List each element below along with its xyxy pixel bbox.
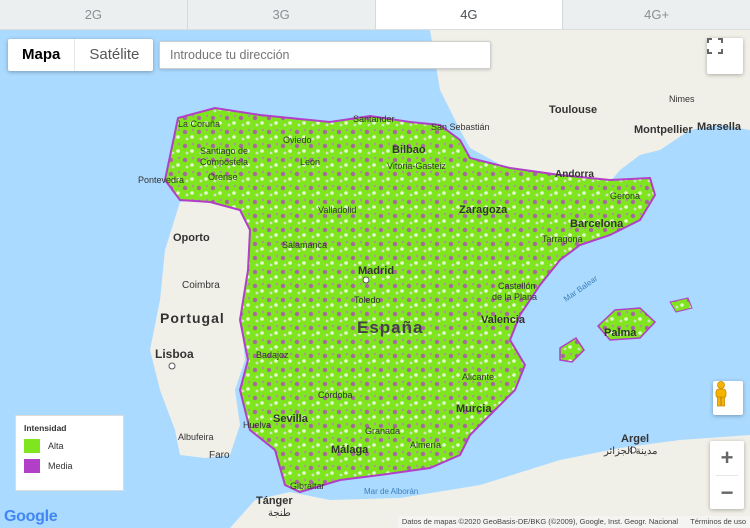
label-portugal: Portugal [160,310,225,326]
label-leon: León [300,157,320,167]
zoom-in-button[interactable]: + [710,441,744,475]
legend-swatch-media [24,459,40,473]
label-toledo: Toledo [354,295,381,305]
tab-3g[interactable]: 3G [188,0,376,29]
map-type-satellite-button[interactable]: Satélite [75,39,153,71]
label-castellon: Castellón de la Plana [492,281,537,302]
label-gibraltar: Gibraltar [290,481,325,491]
label-sevilla: Sevilla [273,413,309,425]
coverage-map[interactable]: España Portugal Lisboa Oporto Coimbra Fa… [0,30,750,528]
tab-4g-plus[interactable]: 4G+ [563,0,750,29]
zoom-control: + − [710,441,744,509]
label-andorra: Andorra [555,169,594,180]
label-toulouse: Toulouse [549,104,597,116]
network-tabs: 2G 3G 4G 4G+ [0,0,750,30]
legend-item-media: Media [24,459,115,473]
street-view-pegman-button[interactable] [713,381,743,415]
coverage-legend: Intensidad Alta Media [15,415,124,491]
terms-link[interactable]: Términos de uso [690,517,746,526]
legend-label-alta: Alta [48,441,64,451]
address-search-input[interactable] [159,41,491,69]
map-type-control: Mapa Satélite [8,39,154,71]
label-faro: Faro [209,450,230,461]
label-bilbao: Bilbao [392,144,426,156]
label-santander: Santander [353,114,395,124]
city-marker-madrid [362,276,370,284]
label-barcelona: Barcelona [570,218,624,230]
label-cordoba: Córdoba [318,390,353,400]
attribution-data: Datos de mapas ©2020 GeoBasis-DE/BKG (©2… [401,517,679,526]
label-huelva: Huelva [243,420,271,430]
label-argel: Argel [621,433,649,445]
label-oviedo: Oviedo [283,135,312,145]
tab-2g[interactable]: 2G [0,0,188,29]
label-valladolid: Valladolid [318,205,356,215]
label-almeria: Almería [410,440,441,450]
label-mar-alboran: Mar de Alborán [364,487,418,496]
tab-4g[interactable]: 4G [375,0,564,29]
label-salamanca: Salamanca [282,240,327,250]
label-valencia: Valencia [481,314,526,326]
legend-item-alta: Alta [24,439,115,453]
fullscreen-button[interactable] [707,38,743,74]
map-attribution: Datos de mapas ©2020 GeoBasis-DE/BKG (©2… [397,516,750,528]
legend-label-media: Media [48,461,73,471]
label-zaragoza: Zaragoza [459,204,508,216]
label-santiago: Santiago de Compostela [200,146,248,167]
label-malaga: Málaga [331,444,369,456]
label-albufeira: Albufeira [178,432,214,442]
legend-title: Intensidad [24,423,67,433]
map-type-map-button[interactable]: Mapa [8,39,76,71]
label-san-sebastian: San Sebastián [431,122,490,132]
label-spain: España [357,318,423,337]
fullscreen-icon [707,38,723,54]
label-tanger: Tánger [256,495,293,507]
label-orense: Orense [208,172,238,182]
label-vitoria: Vitoria-Gasteiz [387,161,446,171]
label-madrid: Madrid [358,265,394,277]
label-girona: Gerona [610,191,640,201]
label-badajoz: Badajoz [256,350,289,360]
label-la-coruna: La Coruña [178,119,220,129]
legend-swatch-alta [24,439,40,453]
label-tarragona: Tarragona [542,234,583,244]
city-marker-lisboa [168,362,176,370]
label-nimes: Nimes [669,94,695,104]
label-oporto: Oporto [173,232,210,244]
pegman-icon [715,381,727,407]
label-palma: Palma [604,327,637,339]
label-marsella: Marsella [697,121,742,133]
google-logo[interactable]: Google [4,508,58,526]
label-granada: Granada [365,426,400,436]
zoom-out-button[interactable]: − [710,476,744,510]
label-murcia: Murcia [456,403,492,415]
label-lisboa: Lisboa [155,347,194,361]
label-coimbra: Coimbra [182,280,220,291]
label-pontevedra: Pontevedra [138,175,184,185]
label-argel-ar: مدينة الجزائر [603,446,657,457]
label-tanger-ar: طنجة [268,508,291,519]
label-montpellier: Montpellier [634,124,693,136]
label-alicante: Alicante [462,372,494,382]
